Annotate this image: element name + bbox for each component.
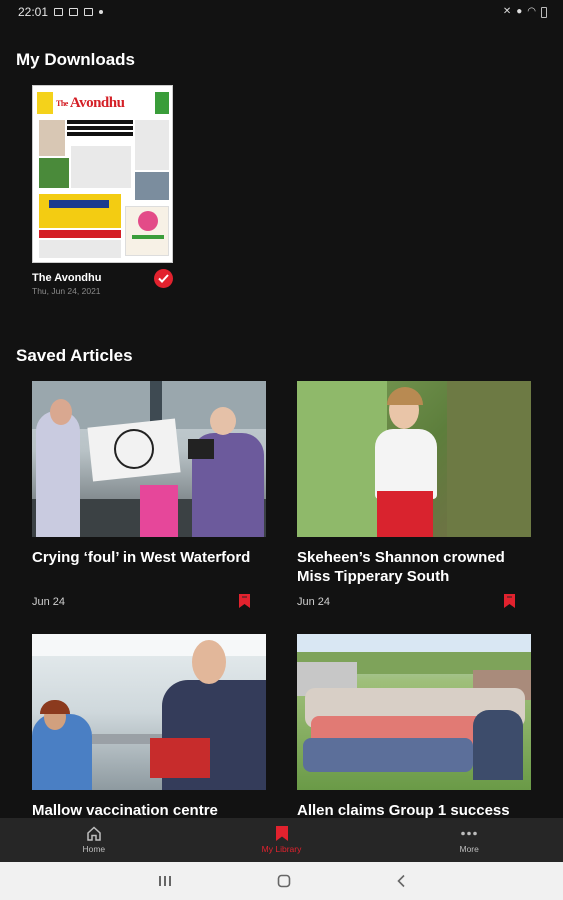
article-image[interactable] (297, 634, 531, 790)
bottom-navigation: Home My Library More (0, 818, 563, 862)
nav-my-library-label: My Library (261, 844, 302, 854)
location-icon: ● (516, 6, 523, 17)
download-date: Thu, Jun 24, 2021 (32, 286, 101, 296)
article-image[interactable] (32, 381, 266, 537)
bookmark-icon[interactable] (504, 594, 515, 608)
download-title: The Avondhu (32, 272, 102, 284)
home-button-icon[interactable] (277, 874, 291, 888)
article-card[interactable]: Allen claims Group 1 success (297, 634, 531, 819)
downloads-heading: My Downloads (16, 50, 136, 69)
article-card[interactable]: Skeheen’s Shannon crowned Miss Tipperary… (297, 381, 531, 613)
nav-home[interactable]: Home (0, 818, 188, 862)
status-bar: 22:01 ✕ ● ◠ (0, 0, 563, 24)
recent-apps-icon[interactable] (158, 875, 172, 887)
gallery-icon (54, 8, 64, 16)
article-title: Crying ‘foul’ in West Waterford (32, 549, 251, 566)
article-title: Skeheen’s Shannon crowned Miss Tipperary… (297, 549, 505, 585)
photos-icon (69, 8, 79, 16)
back-icon[interactable] (396, 874, 406, 888)
wifi-icon: ◠ (527, 6, 536, 17)
download-item[interactable]: The Avondhu The Avondhu Thu, Jun 24, 202… (32, 85, 173, 296)
mute-icon: ✕ (502, 6, 512, 17)
battery-icon (541, 6, 547, 18)
newspaper-cover[interactable]: The Avondhu (32, 85, 173, 263)
article-card[interactable]: Crying ‘foul’ in West Waterford Jun 24 (32, 381, 266, 613)
nav-my-library[interactable]: My Library (188, 818, 376, 862)
status-left: 22:01 (18, 5, 104, 19)
message-icon (84, 8, 94, 16)
downloaded-check-icon (154, 269, 173, 288)
bookmark-icon[interactable] (239, 594, 250, 608)
home-icon (87, 826, 101, 841)
nav-more[interactable]: More (375, 818, 563, 862)
system-navigation-bar (0, 862, 563, 900)
article-image[interactable] (297, 381, 531, 537)
bookmark-icon (275, 826, 288, 841)
article-date: Jun 24 (297, 596, 331, 608)
nav-home-label: Home (82, 844, 106, 854)
status-time: 22:01 (18, 5, 49, 19)
masthead-name: Avondhu (69, 94, 125, 111)
masthead-the: The (56, 98, 68, 108)
notification-dot-icon (99, 10, 104, 14)
article-card[interactable]: Mallow vaccination centre (32, 634, 266, 819)
cover-masthead: The Avondhu (37, 90, 169, 116)
article-date: Jun 24 (32, 596, 66, 608)
more-icon (461, 831, 477, 836)
article-image[interactable] (32, 634, 266, 790)
saved-articles-heading: Saved Articles (16, 346, 133, 365)
nav-more-label: More (459, 844, 479, 854)
status-right: ✕ ● ◠ (502, 6, 547, 18)
